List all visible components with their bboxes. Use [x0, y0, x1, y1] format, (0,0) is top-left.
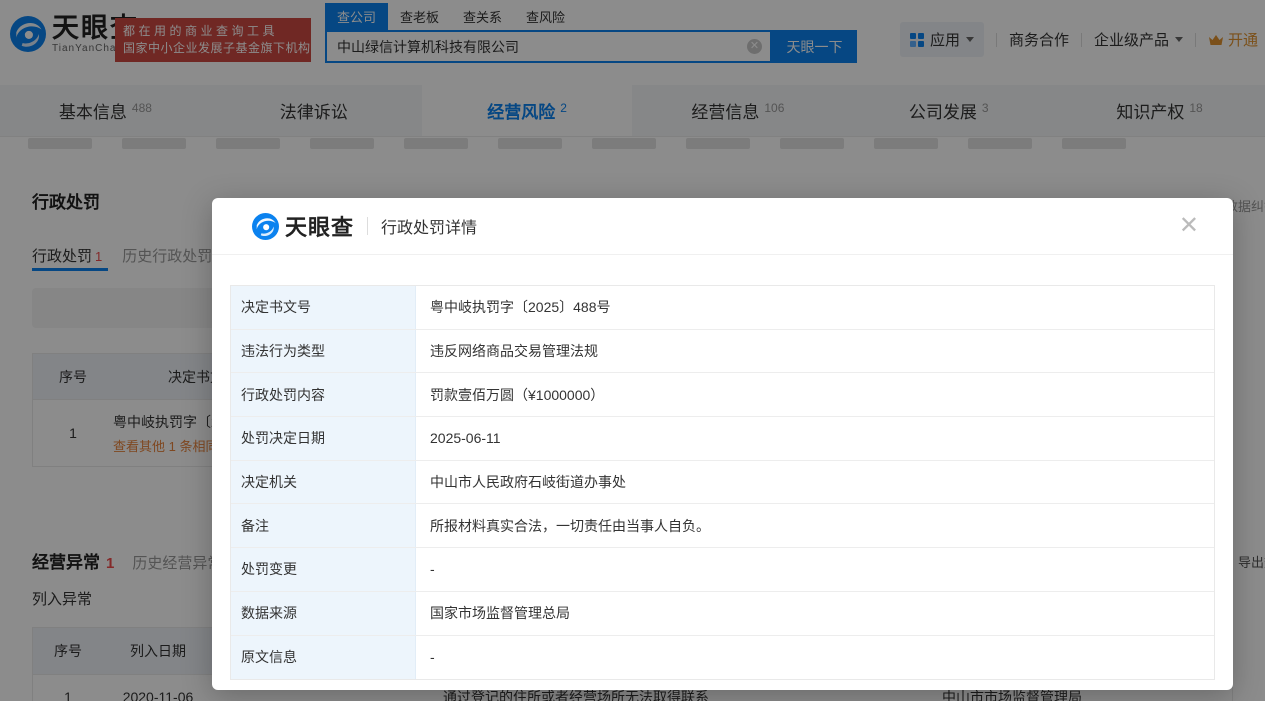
detail-row: 行政处罚内容 罚款壹佰万圆（¥1000000） [231, 373, 1214, 417]
detail-value: 中山市人民政府石岐街道办事处 [416, 461, 1214, 504]
modal-brand: 天眼查 [252, 210, 354, 242]
detail-value: 粤中岐执罚字〔2025〕488号 [416, 286, 1214, 329]
detail-label: 行政处罚内容 [231, 373, 416, 416]
penalty-detail-table: 决定书文号 粤中岐执罚字〔2025〕488号 违法行为类型 违反网络商品交易管理… [230, 285, 1215, 680]
modal-header: 天眼查 行政处罚详情 ✕ [212, 198, 1233, 255]
divider [367, 217, 368, 235]
detail-value: 2025-06-11 [416, 417, 1214, 460]
tianyancha-logo-icon [252, 213, 279, 240]
detail-value: - [416, 636, 1214, 680]
detail-row: 数据来源 国家市场监督管理总局 [231, 592, 1214, 636]
detail-value: 违反网络商品交易管理法规 [416, 330, 1214, 373]
detail-label: 处罚变更 [231, 548, 416, 591]
detail-value: 罚款壹佰万圆（¥1000000） [416, 373, 1214, 416]
detail-row: 备注 所报材料真实合法，一切责任由当事人自负。 [231, 504, 1214, 548]
detail-label: 备注 [231, 504, 416, 547]
detail-value: 所报材料真实合法，一切责任由当事人自负。 [416, 504, 1214, 547]
detail-row: 决定书文号 粤中岐执罚字〔2025〕488号 [231, 286, 1214, 330]
detail-label: 决定机关 [231, 461, 416, 504]
detail-value: 国家市场监督管理总局 [416, 592, 1214, 635]
penalty-detail-modal: 天眼查 行政处罚详情 ✕ 决定书文号 粤中岐执罚字〔2025〕488号 违法行为… [212, 198, 1233, 690]
detail-label: 违法行为类型 [231, 330, 416, 373]
detail-row: 处罚变更 - [231, 548, 1214, 592]
detail-row: 决定机关 中山市人民政府石岐街道办事处 [231, 461, 1214, 505]
detail-label: 原文信息 [231, 636, 416, 680]
detail-label: 数据来源 [231, 592, 416, 635]
detail-row: 原文信息 - [231, 636, 1214, 680]
modal-title: 行政处罚详情 [381, 214, 477, 238]
detail-row: 违法行为类型 违反网络商品交易管理法规 [231, 330, 1214, 374]
detail-value: - [416, 548, 1214, 591]
detail-row: 处罚决定日期 2025-06-11 [231, 417, 1214, 461]
modal-brand-name: 天眼查 [285, 210, 354, 242]
close-icon[interactable]: ✕ [1179, 214, 1199, 238]
detail-label: 处罚决定日期 [231, 417, 416, 460]
detail-label: 决定书文号 [231, 286, 416, 329]
